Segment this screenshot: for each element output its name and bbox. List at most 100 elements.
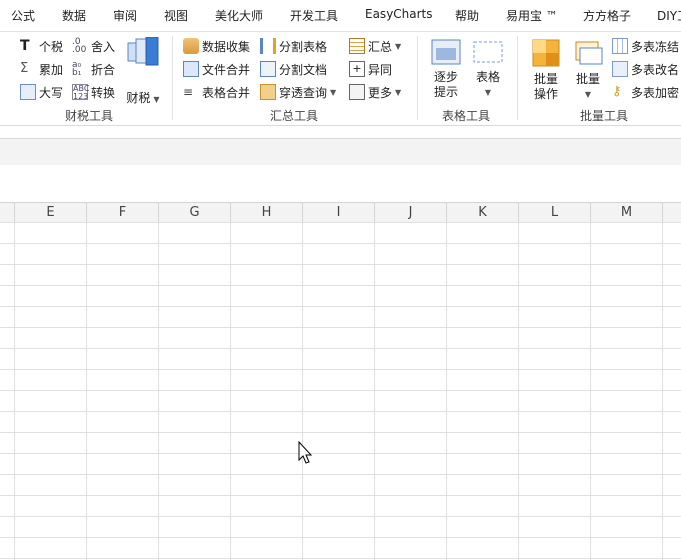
grid-line [374,222,375,560]
batch-operation-icon [532,39,560,67]
sigma-icon: Σ [20,61,29,76]
accumulate-button[interactable]: Σ 累加 [20,60,63,78]
more-label: 更多 [368,85,393,100]
column-header-i[interactable]: I [303,203,375,222]
grid-line [590,222,591,560]
ribbon: T 个税 Σ 累加 大写 .0.00 舍入 a₀ b₁ 折合 ABC 123 转换 … [0,32,681,124]
table-tools-label: 表格 [475,70,500,84]
menu-diy[interactable]: DIY工具 [657,7,681,24]
convert-button[interactable]: ABC 123 转换 [72,83,115,101]
column-header-j[interactable]: J [375,203,447,222]
multi-freeze-button[interactable]: 多表冻结 [612,37,679,55]
step-hint-icon [431,39,461,65]
tax-label: 个税 [39,39,64,54]
sheet-top-area [0,165,681,202]
menu-beautify[interactable]: 美化大师 [215,7,263,24]
batch-group-label: 批量工具 [580,109,629,123]
summary-group-label: 汇总工具 [270,109,319,123]
multi-encrypt-label: 多表加密 [631,85,680,100]
database-icon [183,38,199,54]
uppercase-button[interactable]: 大写 [20,83,63,101]
more-icon [349,84,365,100]
round-label: 舍入 [91,39,116,54]
column-header-f[interactable]: F [87,203,159,222]
step-hint-button[interactable]: 逐步 提示 [428,38,464,100]
menu-bar: 公式 数据 审阅 视图 美化大师 开发工具 EasyCharts 帮助 易用宝 … [0,0,681,32]
drill-query-button[interactable]: 穿透查询 ▼ [260,83,336,101]
split-table-label: 分割表格 [279,39,328,54]
batch-operation-label-1: 批量 [533,72,558,86]
rename-icon [612,61,628,77]
mouse-cursor-icon [298,441,313,464]
summary-button[interactable]: 汇总 ▼ [349,37,401,55]
grid-line [302,222,303,560]
convert-label: 转换 [91,85,116,100]
table-tools-button[interactable]: 表格 ▼ [470,38,506,100]
batch-operation-label-2: 操作 [533,87,558,101]
column-header-l[interactable]: L [519,203,591,222]
file-merge-button[interactable]: 文件合并 [183,60,250,78]
menu-developer[interactable]: 开发工具 [290,7,338,24]
grid-line [662,222,663,560]
grid-line [86,222,87,560]
fold-label: 折合 [91,62,116,77]
column-header-k[interactable]: K [447,203,519,222]
summary-icon [349,38,365,54]
split-doc-button[interactable]: 分割文档 [260,60,327,78]
column-header-e[interactable]: E [15,203,87,222]
column-header-m[interactable]: M [591,203,663,222]
table-group-label: 表格工具 [442,109,491,123]
menu-review[interactable]: 审阅 [113,7,137,24]
data-collect-button[interactable]: 数据收集 [183,37,250,55]
table-merge-button[interactable]: ≡ 表格合并 [183,83,250,101]
grid-line [446,222,447,560]
file-merge-icon [183,61,199,77]
table-merge-icon: ≡ [183,85,194,99]
diff-icon: + [349,61,365,77]
chevron-down-icon: ▼ [330,87,337,97]
multi-rename-button[interactable]: 多表改名 [612,60,679,78]
step-hint-label-1: 逐步 [433,70,458,84]
tax-dropdown-button[interactable]: 财税 ▼ [124,36,162,107]
batch-operation-button[interactable]: 批量 操作 [528,38,564,102]
column-header-row: E F G H I J K L M [0,202,681,223]
step-hint-label-2: 提示 [433,85,458,99]
cell-grid[interactable] [0,222,681,560]
round-button[interactable]: .0.00 舍入 [72,37,115,55]
tax-group-label: 财税工具 [65,109,114,123]
multi-rename-label: 多表改名 [631,62,680,77]
menu-help[interactable]: 帮助 [455,7,479,24]
menu-data[interactable]: 数据 [62,7,86,24]
multi-encrypt-button[interactable]: ⚷ 多表加密 [612,83,679,101]
column-header-h[interactable]: H [231,203,303,222]
chevron-down-icon: ▼ [395,87,402,97]
key-icon: ⚷ [612,84,622,99]
diff-button[interactable]: + 异同 [349,60,392,78]
more-button[interactable]: 更多 ▼ [349,83,401,101]
freeze-icon [612,38,628,54]
table-merge-label: 表格合并 [202,85,251,100]
tax-large-icon [127,36,159,66]
grid-line [158,222,159,560]
tax-icon: T [20,38,30,54]
menu-fangfang[interactable]: 方方格子 [583,7,631,24]
column-header-partial[interactable] [0,203,15,222]
group-divider [417,36,418,120]
column-header-partial[interactable] [663,203,681,222]
accumulate-label: 累加 [39,62,64,77]
column-header-g[interactable]: G [159,203,231,222]
menu-easycharts[interactable]: EasyCharts [365,7,433,21]
grid-line [230,222,231,560]
split-table-button[interactable]: 分割表格 [260,37,327,55]
fold-button[interactable]: a₀ b₁ 折合 [72,60,115,78]
summary-label: 汇总 [368,39,393,54]
group-divider [172,36,173,120]
formula-bar[interactable] [0,138,681,166]
round-icon: .0.00 [72,37,87,55]
menu-formula[interactable]: 公式 [11,7,35,24]
grid-line [518,222,519,560]
batch-button[interactable]: 批量 ▼ [570,38,606,102]
menu-view[interactable]: 视图 [164,7,188,24]
menu-yiyongbao[interactable]: 易用宝 ™ [506,7,558,24]
tax-button[interactable]: T 个税 [20,37,63,55]
